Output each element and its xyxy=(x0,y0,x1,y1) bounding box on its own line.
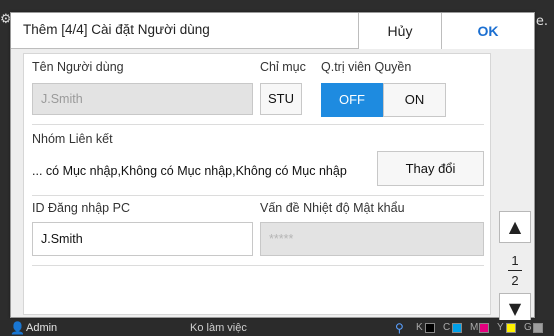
dialog-title-bar: Thêm [4/4] Cài đặt Người dùng Hủy OK xyxy=(11,13,534,49)
username-field: J.Smith xyxy=(32,83,253,115)
ink-level-indicator xyxy=(479,323,489,333)
linked-group-field: ... có Mục nhập,Không có Mục nhập,Không … xyxy=(32,156,376,188)
page-indicator: 1 2 xyxy=(499,253,531,288)
ink-label: C xyxy=(443,322,451,333)
ink-level-indicator xyxy=(425,323,435,333)
add-user-dialog: Thêm [4/4] Cài đặt Người dùng Hủy OK Tên… xyxy=(10,12,535,325)
cancel-button[interactable]: Hủy xyxy=(358,13,441,49)
page-total: 2 xyxy=(511,273,519,288)
ink-level-indicator xyxy=(506,323,516,333)
pc-login-id-label: ID Đăng nhập PC xyxy=(32,201,130,215)
triangle-up-icon[interactable]: ▲ xyxy=(499,211,531,243)
password-issue-field: ***** xyxy=(260,222,484,256)
divider xyxy=(32,265,484,266)
ink-level-indicator xyxy=(452,323,462,333)
ink-label: G xyxy=(524,322,532,333)
divider xyxy=(32,124,484,125)
settings-panel: Tên Người dùng J.Smith Chỉ mục STU Q.trị… xyxy=(23,53,491,315)
user-icon: 👤 xyxy=(10,321,25,335)
password-issue-label: Vấn đề Nhiệt độ Mật khẩu xyxy=(260,201,405,215)
pc-login-id-field[interactable]: J.Smith xyxy=(32,222,253,256)
page-navigation: ▲ 1 2 ▼ xyxy=(498,53,533,325)
ink-label: Y xyxy=(497,322,504,333)
admin-off-toggle[interactable]: OFF xyxy=(321,83,383,117)
dialog-title: Thêm [4/4] Cài đặt Người dùng xyxy=(23,22,210,37)
background-text: e. xyxy=(535,14,548,29)
index-button[interactable]: STU xyxy=(260,83,302,115)
linked-group-label: Nhóm Liên kết xyxy=(32,132,113,146)
change-button[interactable]: Thay đổi xyxy=(377,151,484,186)
fraction-line xyxy=(508,270,522,271)
index-label: Chỉ mục xyxy=(260,60,306,74)
status-mode: Ko làm việc xyxy=(190,322,247,334)
admin-rights-label: Q.trị viên Quyền xyxy=(321,60,412,74)
divider xyxy=(32,195,484,196)
ink-level-indicator xyxy=(533,323,543,333)
ok-button[interactable]: OK xyxy=(441,13,534,49)
status-user: Admin xyxy=(26,322,58,334)
link-icon: ⚲ xyxy=(395,321,404,335)
status-bar: 👤 Admin Ko làm việc ⚲ K C M Y G xyxy=(0,320,554,336)
page-current: 1 xyxy=(511,253,519,268)
ink-label: M xyxy=(470,322,479,333)
ink-label: K xyxy=(416,322,423,333)
admin-on-toggle[interactable]: ON xyxy=(383,83,446,117)
username-label: Tên Người dùng xyxy=(32,60,124,74)
